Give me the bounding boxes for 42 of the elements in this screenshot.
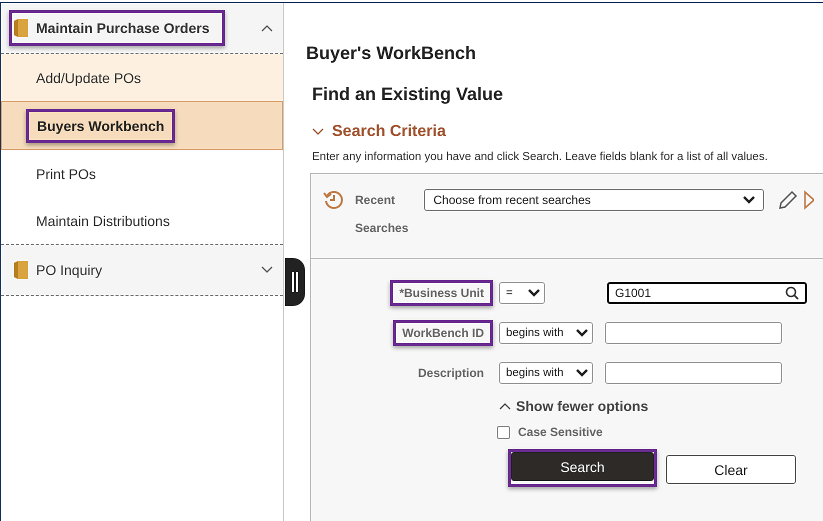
menu-item[interactable]: Add/Update POs [1,54,283,101]
field-label: WorkBench ID [393,320,493,346]
chevron-icon[interactable] [312,128,324,136]
page-heading: Find an Existing Value [312,84,504,105]
flag-icon[interactable] [804,190,814,210]
chevron-up-icon[interactable] [499,402,511,410]
operator-dropdown[interactable]: begins with [499,362,593,384]
input-field[interactable] [605,322,782,344]
chevron-up-icon[interactable] [261,24,273,32]
caret-icon[interactable] [528,289,540,297]
caret-icon[interactable] [576,329,588,337]
menu-group[interactable]: Maintain Purchase Orders [1,3,283,54]
field-label: Searches [355,220,408,237]
checkbox-label: Case Sensitive [518,425,603,439]
search-icon[interactable] [785,286,799,300]
clear-button[interactable]: Clear [666,455,796,484]
operator-dropdown[interactable]: begins with [499,322,593,344]
checkbox[interactable] [497,426,510,438]
recent-searches-dropdown[interactable]: Choose from recent searches [424,189,764,211]
folder-icon [14,261,28,279]
field-label: *Business Unit [390,280,493,306]
field-label: Description [416,365,485,382]
menu-item[interactable]: Buyers Workbench [1,101,283,150]
group-label: Maintain Purchase Orders [36,20,210,36]
caret-icon[interactable] [743,196,756,204]
pencil-icon[interactable] [778,190,798,210]
menu-group[interactable]: PO Inquiry [1,245,283,296]
operator-dropdown[interactable]: = [499,282,545,304]
folder-icon [14,19,28,37]
field-label: Recent [355,192,396,209]
group-label: PO Inquiry [36,262,102,278]
chevron-down-icon[interactable] [261,266,273,274]
section-toggle[interactable]: Search Criteria [312,123,446,141]
search-button[interactable]: Search [511,452,654,481]
caret-icon[interactable] [576,369,588,377]
collapse-handle[interactable] [285,258,305,306]
show-fewer-options-link[interactable]: Show fewer options [499,393,648,419]
input-field[interactable] [605,362,782,384]
history-icon [323,189,345,211]
instructions-text: Enter any information you have and click Search. Leave fields blank for a list of all values. [312,151,769,163]
page-title: Buyer's WorkBench [306,43,476,64]
input-field[interactable]: G1001 [607,282,807,304]
